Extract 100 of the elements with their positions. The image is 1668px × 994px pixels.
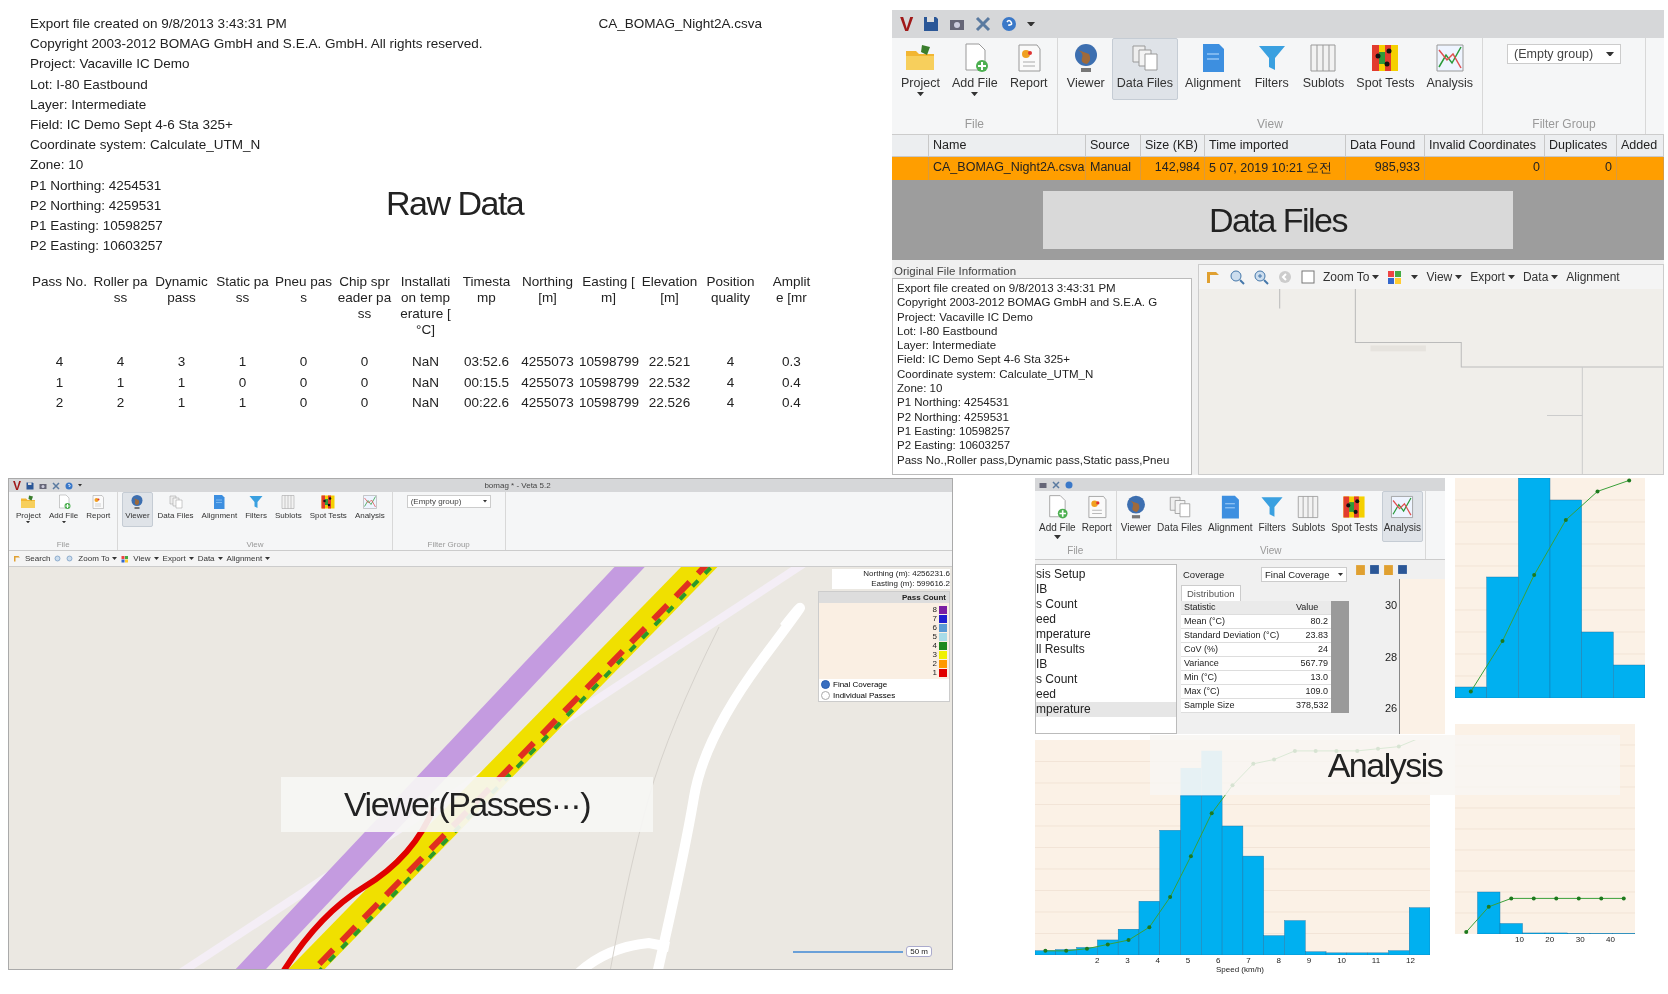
toolbar-button[interactable]: Alignment [1566, 270, 1620, 284]
ribbon-button[interactable]: Sublots [1289, 491, 1328, 542]
ribbon-button[interactable]: Filters [242, 492, 270, 527]
tree-item[interactable]: sis Setup [1036, 567, 1176, 583]
help-icon[interactable] [1001, 16, 1018, 32]
column-header[interactable]: Added [1617, 135, 1664, 157]
table-cell-text: 0 [237, 373, 248, 392]
line-chart-icon [1433, 42, 1466, 74]
select-box-icon[interactable] [1301, 270, 1315, 284]
table-cell-text: 22.521 [647, 353, 692, 372]
camera-icon[interactable] [39, 481, 47, 490]
ribbon-button[interactable]: Spot Tests [306, 492, 350, 527]
table-cell-text: 1 [237, 394, 248, 413]
column-header[interactable]: Duplicates [1545, 135, 1617, 157]
column-header[interactable]: Size (KB) [1141, 135, 1205, 157]
file-info-line: P2 Easting: 10603257 [897, 438, 1012, 453]
help-icon[interactable] [1065, 480, 1073, 489]
column-header: Easting [ m] [581, 274, 636, 308]
table-cell: 378,532 [1293, 699, 1331, 714]
tree-item[interactable]: IB [1036, 582, 1176, 598]
ribbon-button[interactable]: Alignment [1180, 38, 1246, 100]
ribbon-button[interactable]: Analysis [1421, 38, 1479, 100]
tree-item[interactable]: mperature [1036, 627, 1176, 643]
camera-icon[interactable] [1039, 480, 1047, 489]
ribbon-button[interactable]: Alignment [1206, 491, 1255, 542]
tree-item[interactable]: s Count [1036, 672, 1176, 688]
column-header[interactable]: Source [1086, 135, 1141, 157]
table-cell-text: 22.526 [647, 394, 692, 413]
pin-icon[interactable] [13, 555, 21, 562]
caret-icon [153, 557, 159, 560]
legend-label: 4 [932, 641, 937, 650]
help-icon[interactable] [65, 481, 73, 490]
coverage-dropdown[interactable]: Final Coverage [1261, 567, 1347, 583]
legend-label: 2 [932, 659, 937, 668]
tree-item[interactable]: mperature [1036, 702, 1176, 718]
ribbon-button[interactable]: Filters [1256, 491, 1288, 542]
ribbon-button[interactable]: Spot Tests [1329, 491, 1380, 542]
tree-item[interactable]: eed [1036, 612, 1176, 628]
tree-item[interactable]: s Count [1036, 597, 1176, 613]
legend-label: 7 [932, 614, 937, 623]
caption: Viewer(Passes···) [344, 785, 590, 824]
ribbon-button[interactable]: Viewer [1118, 491, 1154, 542]
ribbon-button[interactable]: Sublots [271, 492, 305, 527]
caret-icon [1606, 51, 1615, 57]
caret-icon [217, 557, 223, 560]
ribbon-button[interactable]: Viewer [122, 492, 153, 527]
ribbon-button[interactable]: Report [83, 492, 114, 527]
toolbar-button[interactable]: Zoom To [1323, 270, 1380, 284]
toolbar-button[interactable]: Data [1522, 270, 1559, 284]
ribbon-button[interactable]: Project [13, 492, 44, 526]
ribbon-button[interactable]: Sublots [1297, 38, 1350, 100]
ribbon-button[interactable]: Add File [1037, 491, 1078, 543]
back-icon[interactable] [1277, 269, 1293, 285]
ribbon-button[interactable]: Data Files [154, 492, 197, 527]
window-title: bomag * - Veta 5.2 [483, 481, 552, 490]
toolbar-button[interactable]: View [133, 554, 159, 563]
toolbar-button[interactable]: Search [25, 554, 51, 563]
group-dropdown[interactable]: (Empty group) [1507, 44, 1622, 64]
pin-icon[interactable] [1205, 270, 1221, 284]
toolbar-button[interactable]: Export [1470, 270, 1515, 284]
file-header-line: P2 Easting: 10603257 [30, 237, 163, 256]
table-cell: 985,933 [1346, 157, 1425, 180]
column-header[interactable]: Data Found [1346, 135, 1425, 157]
ribbon-button[interactable]: Data Files [1155, 491, 1205, 542]
column-header[interactable]: Invalid Coordinates [1425, 135, 1545, 157]
radio-icon[interactable] [821, 691, 830, 700]
column-header[interactable]: Name [929, 135, 1086, 157]
axis-tick-label: 26 [1385, 702, 1398, 715]
tree-item[interactable]: ll Results [1036, 642, 1176, 658]
ribbon-button[interactable]: Report [1004, 38, 1053, 100]
column-header[interactable]: Time imported [1205, 135, 1346, 157]
toolbar-button[interactable]: Data [197, 554, 223, 563]
ribbon-button[interactable]: Add File [946, 38, 1003, 101]
toolbar-button[interactable]: Zoom To [78, 554, 118, 563]
ribbon-button[interactable]: Analysis [351, 492, 388, 527]
tab[interactable]: Distribution [1181, 585, 1241, 602]
tree-item[interactable]: eed [1036, 687, 1176, 703]
radio-option[interactable]: Final Coverage [819, 679, 949, 690]
ribbon-button[interactable]: Alignment [198, 492, 241, 527]
tree-item[interactable]: IB [1036, 657, 1176, 673]
layers-icon[interactable] [121, 554, 130, 563]
ribbon-button[interactable]: Data Files [1111, 38, 1179, 100]
ribbon-button[interactable]: Report [1079, 491, 1114, 542]
ribbon-button[interactable]: Project [896, 38, 945, 101]
file-info-line: Coordinate system: Calculate_UTM_N [897, 366, 1095, 382]
axis-tick-label: 2 [1095, 956, 1100, 966]
ribbon-button[interactable]: Spot Tests [1351, 38, 1420, 100]
radio-icon[interactable] [821, 680, 830, 689]
ribbon-button[interactable]: Filters [1247, 38, 1296, 100]
toolbar-button[interactable]: Alignment [226, 554, 271, 563]
axis-tick-label: 11 [1371, 956, 1381, 966]
ribbon-button[interactable]: Viewer [1061, 38, 1110, 100]
group-dropdown[interactable]: (Empty group) [406, 495, 491, 508]
radio-option[interactable]: Individual Passes [819, 690, 949, 701]
table-cell-text: 4 [725, 353, 736, 372]
toolbar-button[interactable]: Export [162, 554, 194, 563]
ribbon-button[interactable]: Analysis [1381, 491, 1423, 542]
ribbon-button[interactable]: Add File [45, 492, 82, 526]
layers-icon[interactable] [1387, 269, 1404, 285]
toolbar-button[interactable]: View [1426, 270, 1463, 284]
